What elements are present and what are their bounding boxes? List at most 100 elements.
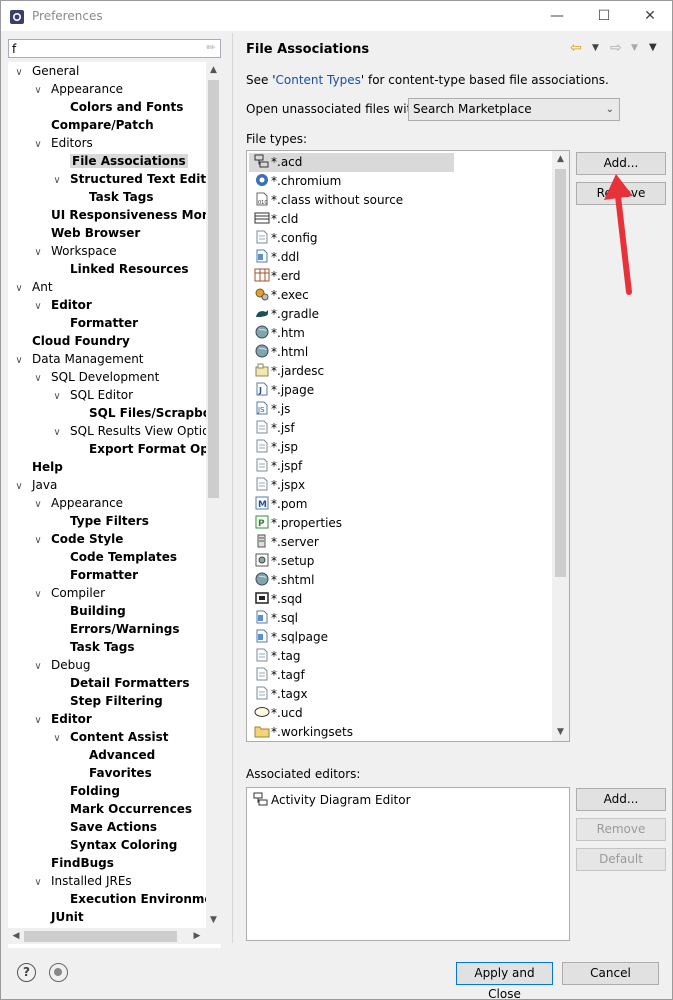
chevron-down-icon[interactable]: ∨: [32, 370, 44, 388]
tree-item[interactable]: ∨ Appearance: [32, 494, 123, 512]
chevron-down-icon[interactable]: ∨: [51, 730, 63, 748]
tree-vertical-scrollbar[interactable]: ▲ ▼: [206, 62, 221, 928]
tree-item[interactable]: ∨ Debug: [32, 656, 90, 674]
file-type-row[interactable]: J *.jpage: [249, 381, 454, 400]
chevron-down-icon[interactable]: ∨: [51, 424, 63, 442]
editor-default-button[interactable]: Default: [576, 848, 666, 871]
chevron-down-icon[interactable]: ∨: [13, 352, 25, 370]
chevron-down-icon[interactable]: ∨: [13, 280, 25, 298]
hscroll-thumb[interactable]: [24, 931, 177, 942]
tree-item[interactable]: Favorites: [70, 764, 152, 782]
chevron-down-icon[interactable]: ∨: [13, 64, 25, 82]
chevron-down-icon[interactable]: ∨: [51, 172, 63, 190]
file-type-row[interactable]: *.tagf: [249, 666, 454, 685]
tree-item[interactable]: ∨ Content Assist: [51, 728, 168, 748]
file-type-row[interactable]: *.ddl: [249, 248, 454, 267]
tree-item[interactable]: SQL Files/Scrapbook: [70, 404, 206, 422]
chevron-down-icon[interactable]: ∨: [32, 82, 44, 100]
clear-filter-icon[interactable]: ✏: [204, 41, 218, 55]
apply-and-close-button[interactable]: Apply and Close: [456, 962, 553, 1000]
file-type-row[interactable]: P *.properties: [249, 514, 454, 533]
tree-item[interactable]: ∨ SQL Editor: [51, 386, 133, 404]
file-type-row[interactable]: *.sqd: [249, 590, 454, 609]
chevron-down-icon[interactable]: ∨: [32, 874, 44, 892]
tree-item[interactable]: UI Responsiveness Monito: [32, 206, 206, 224]
tree-item[interactable]: ∨ Appearance: [32, 80, 123, 98]
tree-item[interactable]: ∨ Editors: [32, 134, 92, 154]
tree-item[interactable]: Code Templates: [51, 548, 177, 566]
chevron-down-icon[interactable]: ∨: [32, 136, 44, 154]
file-type-row[interactable]: JS *.js: [249, 400, 454, 419]
tree-item[interactable]: Colors and Fonts: [51, 98, 183, 116]
tree-item[interactable]: Linked Resources: [51, 260, 189, 278]
tree-item[interactable]: ∨ Data Management: [13, 350, 143, 370]
chevron-down-icon[interactable]: ∨: [32, 496, 44, 514]
tree-item[interactable]: ∨ Workspace: [32, 242, 116, 260]
help-icon[interactable]: ?: [17, 963, 36, 982]
tree-item[interactable]: Syntax Coloring: [51, 836, 177, 854]
chevron-down-icon[interactable]: ∨: [32, 298, 44, 316]
tree-item[interactable]: Building: [51, 602, 126, 620]
file-type-row[interactable]: *.htm: [249, 324, 454, 343]
tree-item[interactable]: Mark Occurrences: [51, 800, 192, 818]
record-preferences-icon[interactable]: [49, 963, 68, 982]
file-type-row[interactable]: *.shtml: [249, 571, 454, 590]
tree-item[interactable]: Task Tags: [51, 638, 135, 656]
tree-item[interactable]: ∨ Editor: [32, 710, 91, 730]
forward-arrow-icon[interactable]: ⇨: [610, 40, 622, 56]
file-type-row[interactable]: *.jsp: [249, 438, 454, 457]
file-type-row[interactable]: *.setup: [249, 552, 454, 571]
editor-remove-button[interactable]: Remove: [576, 818, 666, 841]
scroll-thumb[interactable]: [555, 169, 566, 577]
forward-dropdown-icon[interactable]: ▼: [631, 43, 638, 53]
file-type-remove-button[interactable]: Remove: [576, 182, 666, 205]
tree-item[interactable]: Compare/Patch: [32, 116, 154, 134]
tree-item[interactable]: ∨ Ant: [13, 278, 52, 298]
tree-item[interactable]: ∨ Structured Text Editors: [51, 170, 206, 188]
maximize-button[interactable]: ☐: [581, 1, 627, 32]
tree-item[interactable]: ∨ General: [13, 62, 79, 80]
file-type-row[interactable]: *.jspf: [249, 457, 454, 476]
scroll-down-icon[interactable]: ▼: [552, 724, 569, 741]
file-type-row[interactable]: *.jardesc: [249, 362, 454, 381]
tree-item[interactable]: ∨ Code Style: [32, 530, 123, 548]
file-type-row[interactable]: M *.pom: [249, 495, 454, 514]
file-type-row[interactable]: *.workingsets: [249, 723, 454, 741]
file-type-row[interactable]: *.jsf: [249, 419, 454, 438]
close-button[interactable]: ✕: [627, 1, 673, 32]
scroll-right-icon[interactable]: ▶: [189, 928, 205, 944]
scroll-left-icon[interactable]: ◀: [8, 928, 24, 944]
tree-item[interactable]: Folding: [51, 782, 120, 800]
chevron-down-icon[interactable]: ∨: [13, 478, 25, 496]
file-type-row[interactable]: *.tagx: [249, 685, 454, 704]
tree-item[interactable]: Task Tags: [70, 188, 154, 206]
minimize-button[interactable]: —: [534, 1, 580, 32]
file-type-row[interactable]: *.chromium: [249, 172, 454, 191]
tree-item[interactable]: Export Format Optic: [70, 440, 206, 458]
chevron-down-icon[interactable]: ∨: [32, 586, 44, 604]
filter-input[interactable]: [9, 40, 199, 57]
tree-item[interactable]: Type Filters: [51, 512, 149, 530]
file-type-row[interactable]: *.erd: [249, 267, 454, 286]
editor-add-button[interactable]: Add...: [576, 788, 666, 811]
file-types-scrollbar[interactable]: ▲ ▼: [552, 151, 569, 741]
view-menu-icon[interactable]: ▼: [649, 42, 657, 53]
list-item[interactable]: Activity Diagram Editor: [253, 791, 411, 810]
tree-item[interactable]: Formatter: [51, 566, 138, 584]
file-type-row[interactable]: *.gradle: [249, 305, 454, 324]
tree-item[interactable]: Cloud Foundry: [13, 332, 130, 350]
chevron-down-icon[interactable]: ∨: [32, 658, 44, 676]
file-type-row[interactable]: *.sql: [249, 609, 454, 628]
tree-item[interactable]: Advanced: [70, 746, 155, 764]
chevron-down-icon[interactable]: ∨: [51, 388, 63, 406]
back-arrow-icon[interactable]: ⇦: [570, 40, 582, 56]
tree-item[interactable]: Errors/Warnings: [51, 620, 179, 638]
tree-item[interactable]: FindBugs: [32, 854, 114, 872]
tree-item[interactable]: JUnit: [32, 908, 84, 926]
tree-horizontal-scrollbar[interactable]: ◀ ▶: [8, 928, 221, 944]
chevron-down-icon[interactable]: ∨: [32, 712, 44, 730]
tree-item[interactable]: ∨ SQL Results View Option: [51, 422, 206, 440]
back-dropdown-icon[interactable]: ▼: [592, 43, 599, 53]
scroll-up-icon[interactable]: ▲: [552, 151, 569, 168]
file-type-row[interactable]: *.ucd: [249, 704, 454, 723]
